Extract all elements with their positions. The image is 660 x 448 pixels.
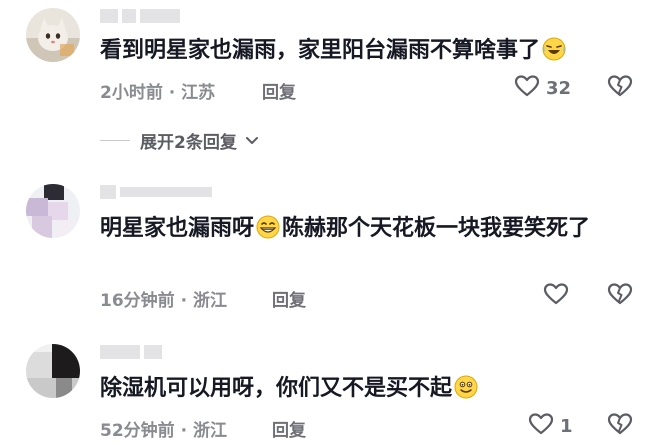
dislike-button[interactable]	[607, 282, 633, 310]
comment-time: 52分钟前	[100, 421, 175, 441]
meta-separator: ·	[180, 291, 188, 311]
comment-meta: 16分钟前 · 浙江	[100, 286, 227, 311]
expand-replies-label: 展开2条回复	[140, 133, 237, 153]
like-count: 1	[560, 415, 573, 437]
comment-time: 2小时前	[100, 83, 163, 103]
smile-emoji-icon	[454, 375, 478, 399]
meta-separator: ·	[168, 83, 176, 103]
reply-button[interactable]: 回复	[272, 286, 306, 311]
dislike-button[interactable]	[607, 74, 633, 102]
username[interactable]	[100, 342, 166, 360]
heart-outline-icon	[543, 282, 569, 310]
like-button[interactable]: 1	[528, 412, 573, 440]
grin-emoji-icon	[256, 215, 280, 239]
comment-text-body-continued: 陈赫那个天花板一块我要笑死了	[282, 216, 591, 241]
username[interactable]	[100, 6, 184, 24]
comment-text-body: 明星家也漏雨呀	[100, 216, 255, 241]
comment-meta: 2小时前 · 江苏	[100, 78, 215, 103]
comment-location: 江苏	[181, 83, 216, 103]
comment-text: 明星家也漏雨呀 陈赫那个天花板一块我要笑死了	[100, 214, 620, 244]
chevron-down-icon	[245, 131, 259, 150]
reply-button[interactable]: 回复	[272, 416, 306, 441]
expand-replies-button[interactable]: 展开2条回复	[100, 128, 259, 153]
comment-text-body: 看到明星家也漏雨，家里阳台漏雨不算啥事了	[100, 38, 541, 63]
comment-meta: 52分钟前 · 浙江	[100, 416, 227, 441]
username[interactable]	[100, 182, 216, 200]
heart-outline-icon	[528, 412, 554, 440]
divider-line	[100, 140, 130, 141]
broken-heart-icon	[607, 283, 633, 310]
avatar[interactable]	[26, 8, 80, 62]
comment-text: 看到明星家也漏雨，家里阳台漏雨不算啥事了	[100, 36, 620, 66]
comment-list: 看到明星家也漏雨，家里阳台漏雨不算啥事了 2小时前 · 江苏 回复 32 展开2…	[0, 0, 660, 448]
comment-text-body: 除湿机可以用呀，你们又不是买不起	[100, 376, 453, 401]
like-count: 32	[546, 77, 572, 99]
like-button[interactable]: 32	[514, 74, 571, 102]
comment-time: 16分钟前	[100, 291, 175, 311]
meta-separator: ·	[180, 421, 188, 441]
laughing-tears-emoji-icon	[542, 37, 566, 61]
heart-outline-icon	[514, 74, 540, 102]
like-button[interactable]	[543, 282, 569, 310]
comment-location: 浙江	[192, 291, 227, 311]
broken-heart-icon	[607, 413, 633, 440]
comment-text: 除湿机可以用呀，你们又不是买不起	[100, 374, 620, 404]
broken-heart-icon	[607, 75, 633, 102]
reply-button[interactable]: 回复	[262, 78, 296, 103]
avatar[interactable]	[26, 184, 80, 238]
comment-location: 浙江	[192, 421, 227, 441]
avatar[interactable]	[26, 344, 80, 398]
dislike-button[interactable]	[607, 412, 633, 440]
